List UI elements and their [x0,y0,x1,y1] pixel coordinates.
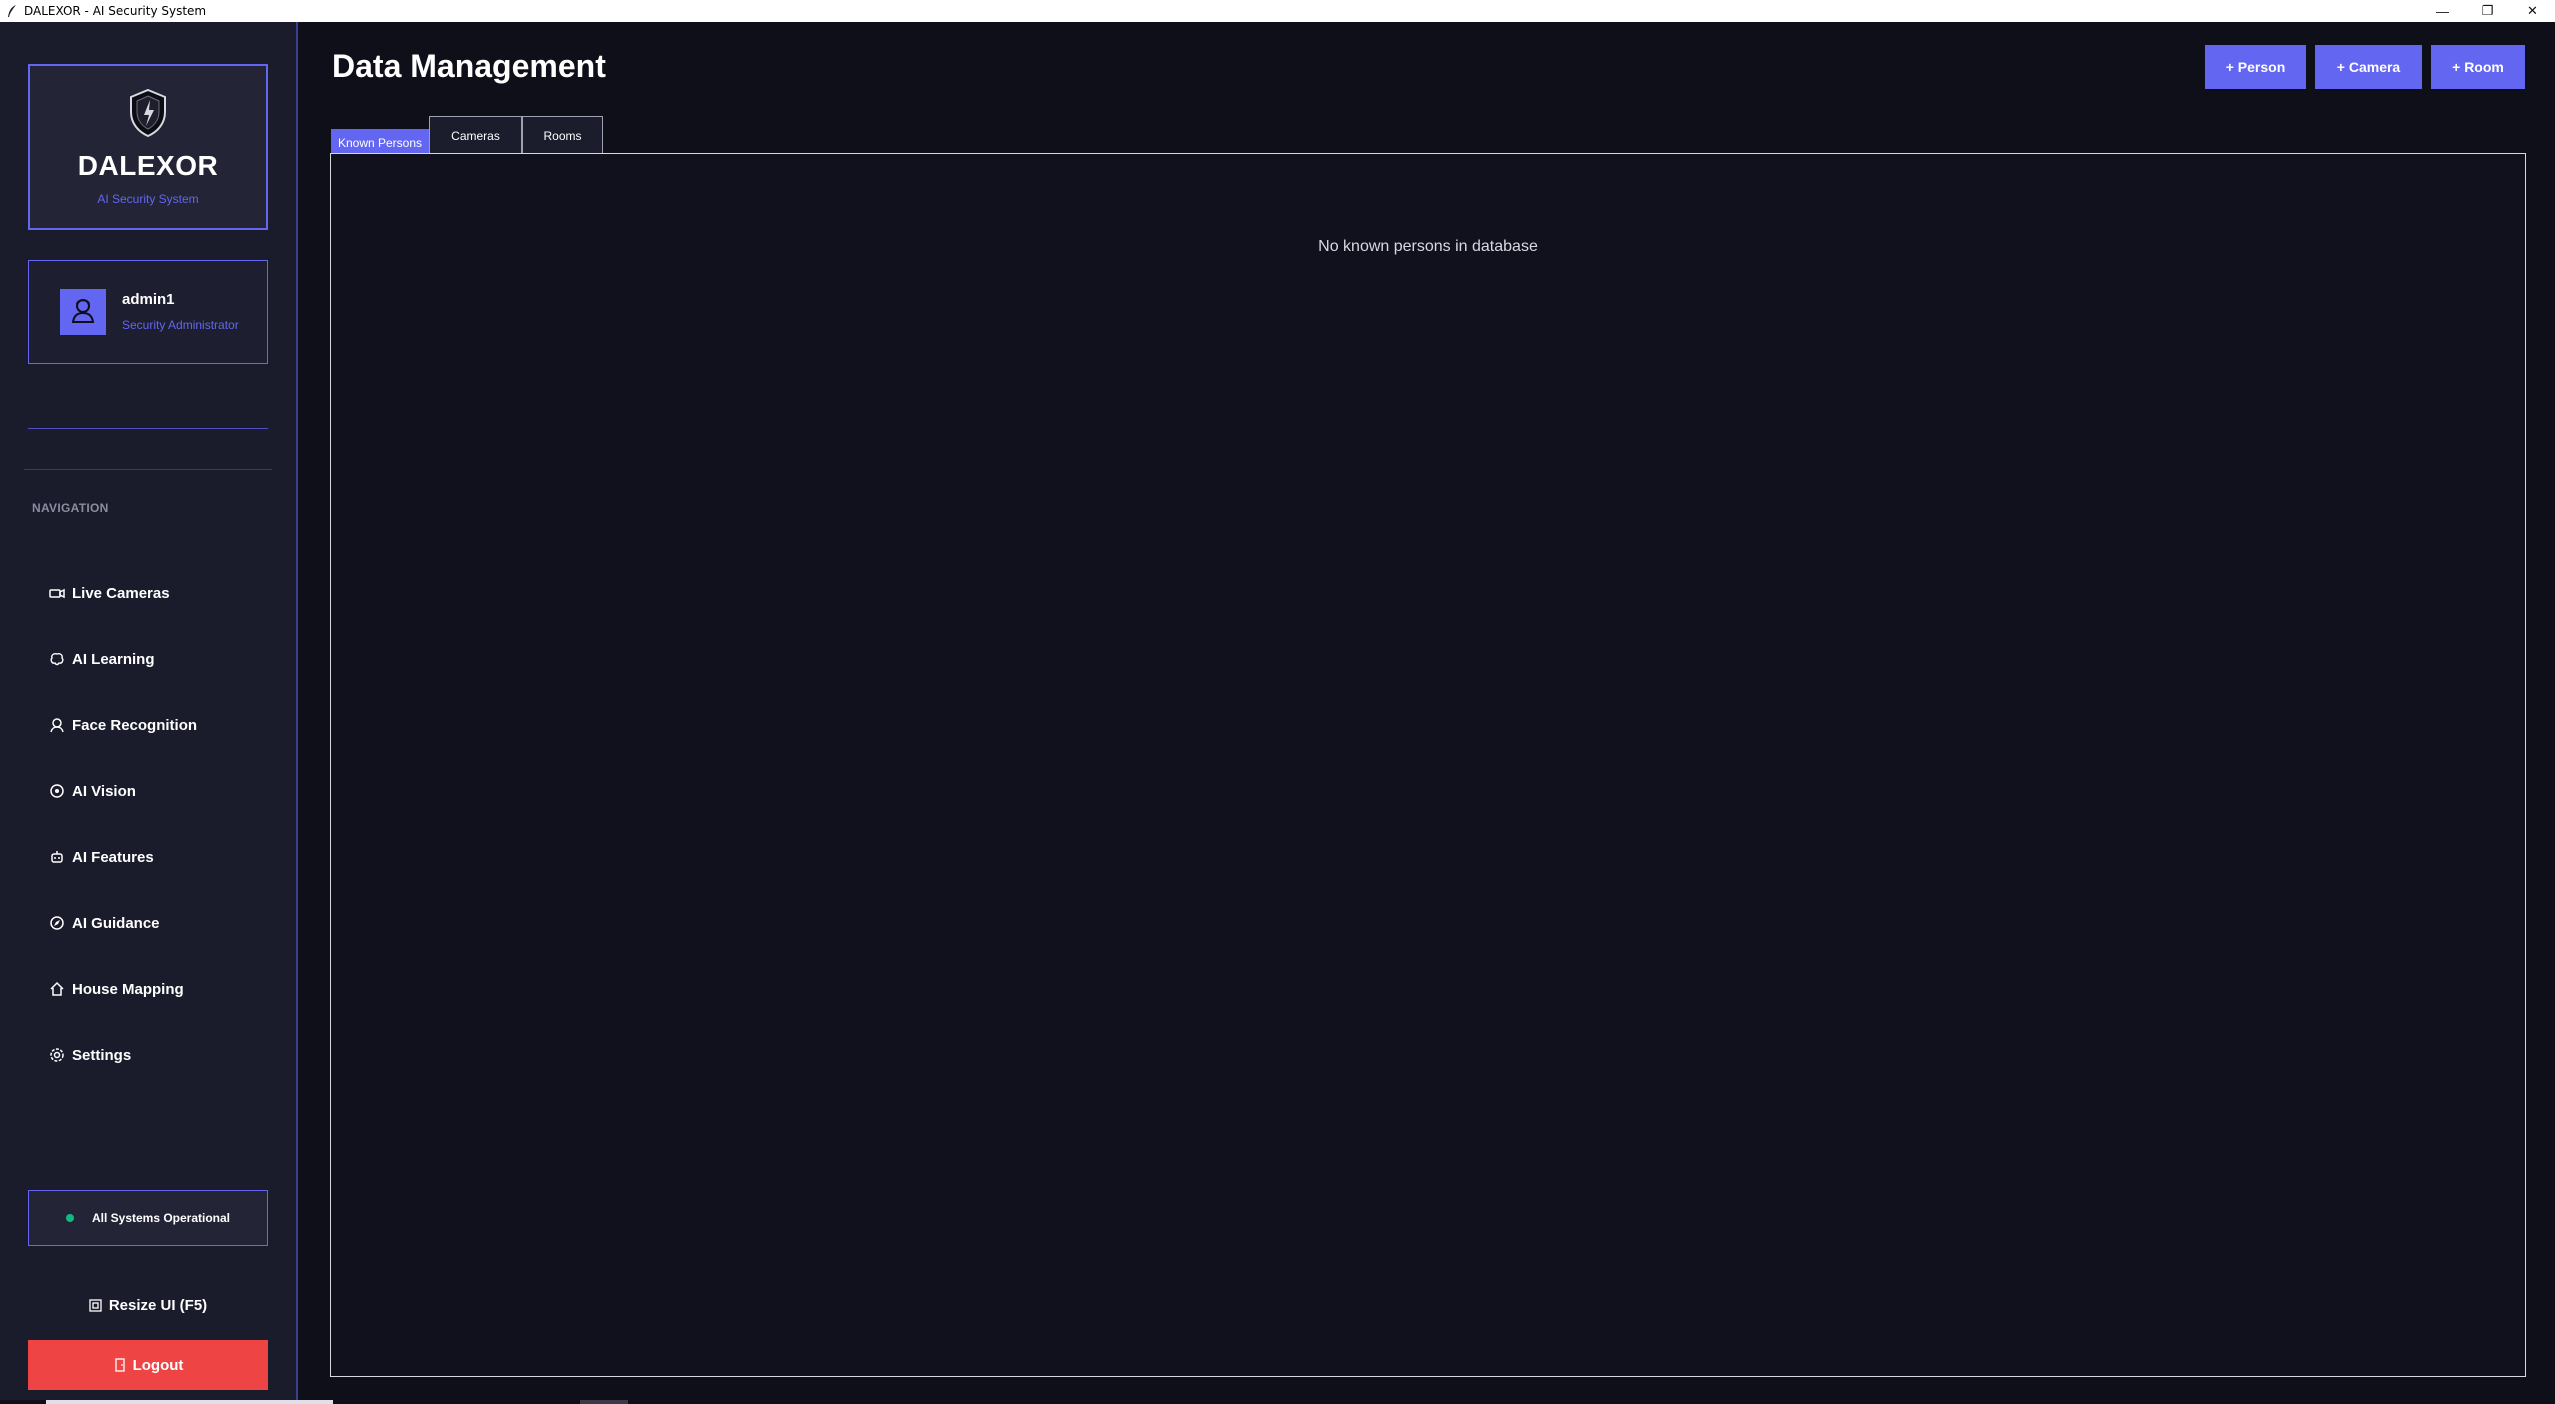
restore-button[interactable]: ❐ [2465,0,2510,22]
sidebar-item-label: House Mapping [72,980,184,998]
sidebar-item-label: AI Features [72,848,154,866]
resize-ui-button[interactable]: Resize UI (F5) [28,1282,268,1328]
scrollbar-segment [580,1400,628,1404]
scrollbar-strip [0,1400,2555,1404]
tab-rooms[interactable]: Rooms [522,116,603,154]
sidebar-item-label: Face Recognition [72,716,198,734]
add-person-button[interactable]: + Person [2205,45,2306,89]
divider [28,428,268,429]
compass-icon [48,914,66,932]
sidebar-item-label: AI Vision [72,782,136,800]
empty-state-message: No known persons in database [1318,238,1538,255]
window-title: DALEXOR - AI Security System [24,4,207,18]
page-title: Data Management [332,48,606,84]
logout-button[interactable]: Logout [28,1340,268,1390]
brand-card: DALEXOR AI Security System [28,64,268,230]
user-card: admin1 Security Administrator [28,260,268,364]
sidebar-item-ai-vision[interactable]: AI Vision [28,769,268,813]
user-icon [69,296,97,329]
sidebar: DALEXOR AI Security System admin1 Securi… [0,22,298,1404]
house-icon [48,980,66,998]
face-icon [48,716,66,734]
sidebar-item-face-recognition[interactable]: Face Recognition [28,703,268,747]
resize-icon [89,1298,103,1312]
camera-icon [48,584,66,602]
tab-cameras[interactable]: Cameras [429,116,522,154]
tab-known-persons[interactable]: Known Persons [331,129,429,155]
nav-section-label: NAVIGATION [32,501,109,515]
sidebar-item-label: AI Learning [72,650,155,668]
robot-icon [48,848,66,866]
window-titlebar: DALEXOR - AI Security System — ❐ ✕ [0,0,2555,22]
sidebar-item-settings[interactable]: Settings [28,1033,268,1077]
sidebar-item-label: AI Guidance [72,914,160,932]
scrollbar-thumb[interactable] [46,1400,333,1404]
minimize-button[interactable]: — [2420,0,2465,22]
sidebar-item-label: Live Cameras [72,584,170,602]
sidebar-item-ai-features[interactable]: AI Features [28,835,268,879]
gear-icon [48,1046,66,1064]
system-status: All Systems Operational [28,1190,268,1246]
logout-label: Logout [132,1356,184,1374]
resize-ui-label: Resize UI (F5) [108,1296,208,1314]
add-room-button[interactable]: + Room [2431,45,2525,89]
user-name: admin1 [122,291,175,308]
sidebar-item-house-mapping[interactable]: House Mapping [28,967,268,1011]
status-text: All Systems Operational [91,1211,231,1225]
user-role: Security Administrator [122,318,239,332]
sidebar-item-ai-guidance[interactable]: AI Guidance [28,901,268,945]
sidebar-item-ai-learning[interactable]: AI Learning [28,637,268,681]
sidebar-item-label: Settings [72,1046,132,1064]
add-camera-button[interactable]: + Camera [2315,45,2422,89]
divider [24,469,272,470]
sidebar-item-live-cameras[interactable]: Live Cameras [28,571,268,615]
close-button[interactable]: ✕ [2510,0,2555,22]
shield-icon [127,88,169,138]
brain-icon [48,650,66,668]
door-icon [113,1358,127,1372]
app-feather-icon [4,3,20,19]
known-persons-panel: No known persons in database [330,153,2526,1377]
eye-icon [48,782,66,800]
avatar [60,289,106,335]
brand-name: DALEXOR [77,150,219,181]
status-dot-icon [65,1214,74,1222]
brand-subtitle: AI Security System [97,192,199,206]
